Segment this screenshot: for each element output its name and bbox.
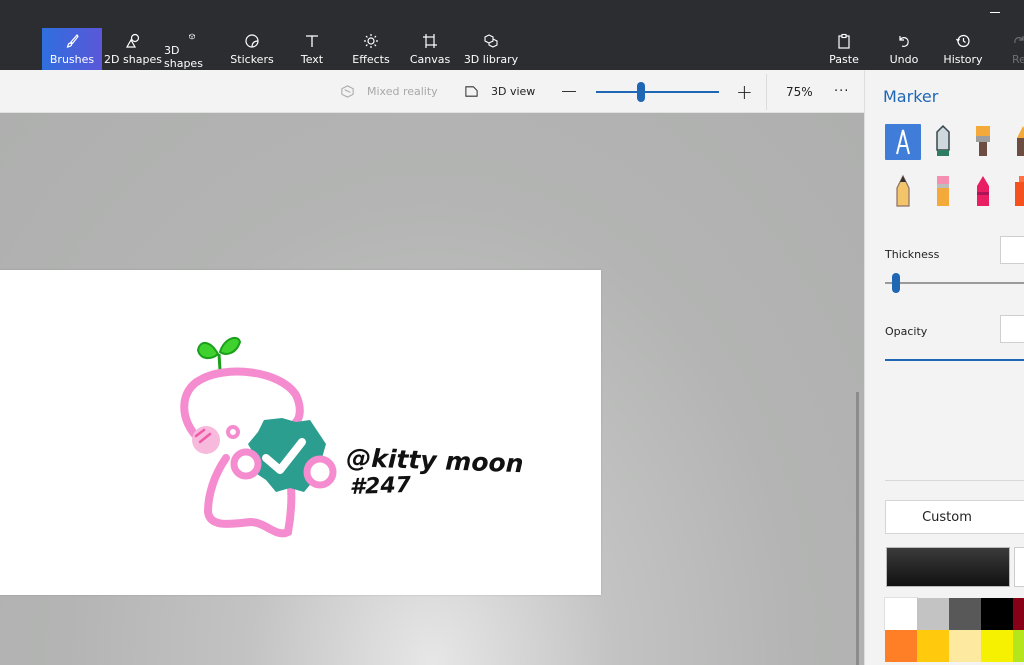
3d-library-icon: [484, 34, 498, 48]
minimize-button[interactable]: [990, 12, 1000, 13]
character-hand-top: [226, 425, 240, 439]
paste-icon: [838, 33, 850, 49]
marker-icon: [896, 129, 910, 155]
effects-icon: [364, 34, 378, 48]
sprout-leaf-right: [218, 336, 242, 355]
calligraphy-pen-icon: [936, 124, 950, 156]
more-options-button[interactable]: ···: [834, 70, 849, 113]
mixed-reality-button[interactable]: Mixed reality: [340, 70, 438, 113]
text-icon: [306, 35, 318, 47]
spray-can-icon: [1015, 176, 1024, 206]
tool-canvas[interactable]: Canvas: [408, 28, 452, 70]
panel-divider: [885, 480, 1024, 481]
zoom-slider-thumb[interactable]: [637, 82, 645, 102]
mixed-reality-icon: [341, 85, 354, 98]
zoom-in-button[interactable]: +: [736, 70, 753, 113]
crayon-icon: [977, 176, 989, 206]
3d-view-button[interactable]: 3D view: [464, 70, 535, 113]
redo-button[interactable]: Re: [1004, 28, 1024, 70]
vertical-scrollbar[interactable]: [856, 392, 859, 665]
sprout-stem: [217, 353, 222, 371]
thickness-label: Thickness: [885, 248, 940, 261]
color-swatch[interactable]: [917, 630, 949, 662]
color-swatch[interactable]: [981, 598, 1013, 630]
tool-2d-shapes[interactable]: 2D shapes: [104, 28, 162, 70]
sprout-leaf-left: [196, 342, 220, 360]
color-swatch[interactable]: [949, 598, 981, 630]
drawing-canvas[interactable]: @kitty moon #247: [0, 270, 601, 595]
color-swatch[interactable]: [885, 630, 917, 662]
undo-button[interactable]: Undo: [884, 28, 924, 70]
redo-icon: [1014, 36, 1024, 44]
undo-icon: [899, 36, 909, 47]
paste-button[interactable]: Paste: [824, 28, 864, 70]
handle-text: @kitty moon: [346, 443, 524, 478]
tool-3d-shapes[interactable]: 3D shapes: [164, 28, 220, 70]
color-swatch[interactable]: [949, 630, 981, 662]
character-hand-left: [230, 448, 262, 480]
thickness-slider-track[interactable]: [885, 282, 1024, 284]
tool-3d-library[interactable]: 3D library: [462, 28, 520, 70]
character-hand-right: [303, 455, 337, 489]
brush-pencil[interactable]: [885, 174, 921, 210]
oil-brush-icon: [976, 126, 990, 156]
thickness-slider-thumb[interactable]: [892, 273, 900, 293]
brush-watercolor[interactable]: [1005, 124, 1024, 160]
3d-view-icon: [465, 86, 478, 97]
brush-calligraphy-pen[interactable]: [925, 124, 961, 160]
color-swatch[interactable]: [1013, 598, 1024, 630]
eraser-icon: [937, 176, 949, 206]
number-text: #247: [349, 473, 412, 500]
color-swatch[interactable]: [884, 597, 918, 631]
brush-spray-can[interactable]: [1005, 174, 1024, 210]
canvas-icon: [423, 34, 437, 48]
sticker-drawing: @kitty moon #247: [180, 336, 524, 538]
top-toolbar: Brushes 2D shapes 3D shapes Stickers Tex…: [0, 0, 1024, 70]
opacity-slider[interactable]: [885, 359, 1024, 361]
stickers-icon: [245, 34, 259, 48]
history-icon: [956, 34, 970, 48]
brush-eraser[interactable]: [925, 174, 961, 210]
secondary-color-swatch[interactable]: [1014, 547, 1024, 587]
3d-shapes-icon: [189, 33, 195, 40]
panel-title: Marker: [883, 87, 939, 106]
brush-crayon[interactable]: [965, 174, 1001, 210]
brush-icon: [66, 34, 79, 48]
character-cheek: [192, 426, 220, 454]
tool-text[interactable]: Text: [290, 28, 334, 70]
current-color-swatch[interactable]: [886, 547, 1010, 587]
history-button[interactable]: History: [942, 28, 984, 70]
zoom-level[interactable]: 75%: [786, 70, 813, 113]
custom-color-button[interactable]: Custom: [885, 500, 1024, 534]
thickness-input[interactable]: [1000, 236, 1024, 264]
brush-marker[interactable]: [885, 124, 921, 160]
separator: [766, 74, 767, 110]
view-toolbar: Mixed reality 3D view + 75% ···: [0, 70, 864, 113]
tool-effects[interactable]: Effects: [348, 28, 394, 70]
tool-stickers[interactable]: Stickers: [226, 28, 278, 70]
opacity-label: Opacity: [885, 325, 928, 338]
zoom-slider-track[interactable]: [596, 91, 719, 93]
color-swatch[interactable]: [1013, 630, 1024, 662]
brush-oil-brush[interactable]: [965, 124, 1001, 160]
2d-shapes-icon: [125, 33, 140, 48]
opacity-input[interactable]: [1000, 315, 1024, 343]
brush-panel: Marker Thickness Opacity Custom: [864, 70, 1024, 665]
color-swatch[interactable]: [981, 630, 1013, 662]
zoom-out-button[interactable]: [562, 70, 576, 113]
minus-icon: [562, 91, 576, 92]
color-swatch[interactable]: [917, 598, 949, 630]
pencil-icon: [896, 174, 910, 207]
tool-brushes[interactable]: Brushes: [42, 28, 102, 70]
watercolor-icon: [1017, 126, 1024, 156]
